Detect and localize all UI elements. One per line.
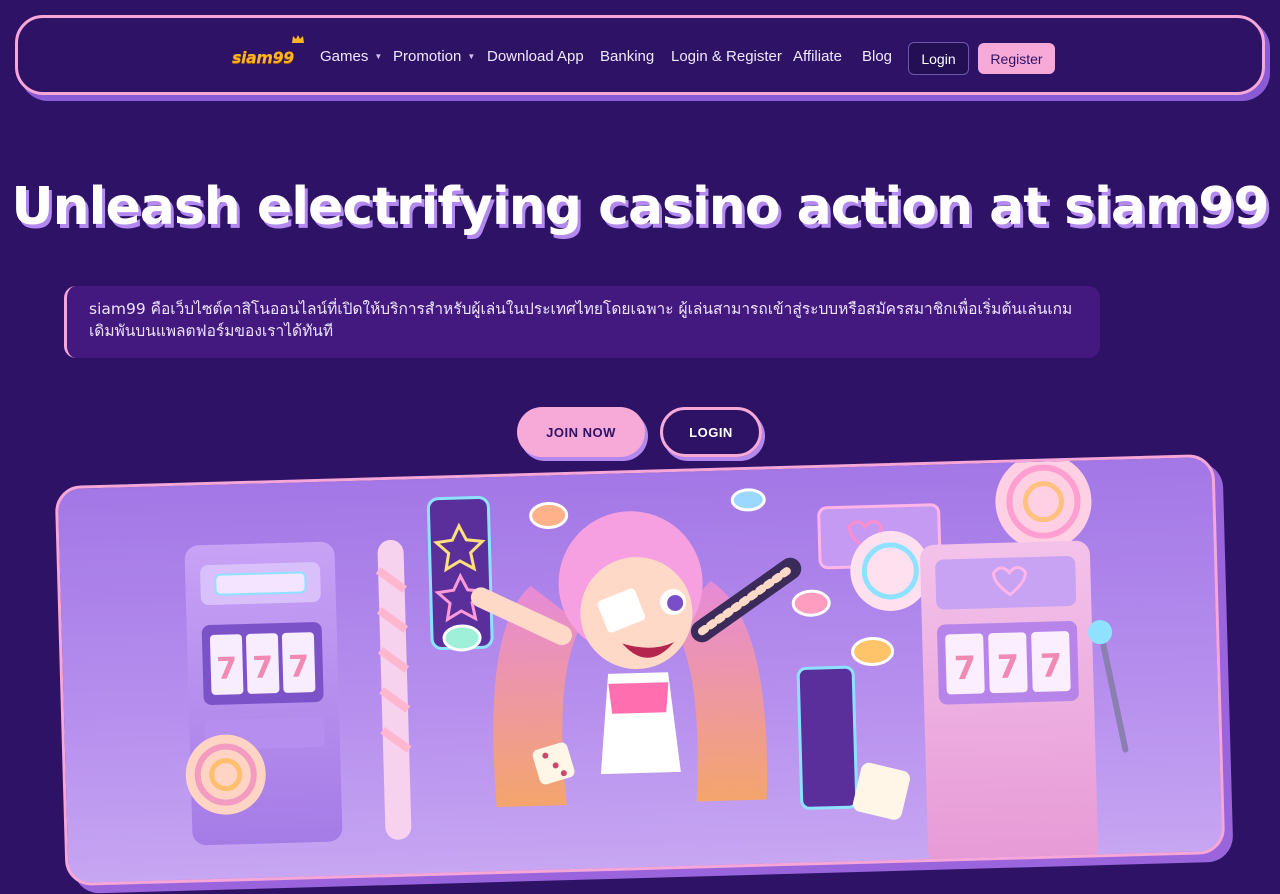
banner-image: 7 7 7 7 7 7 <box>54 453 1226 887</box>
nav-games-label: Games <box>320 48 369 65</box>
hero-banner: 7 7 7 7 7 7 <box>54 453 1234 894</box>
hero-description: siam99 คือเว็บไซต์คาสิโนออนไลน์ที่เปิดให… <box>64 286 1100 358</box>
chevron-down-icon: ▼ <box>374 52 383 61</box>
nav-promotion[interactable]: Promotion ▼ <box>393 48 475 65</box>
nav-login-register-label: Login & Register <box>671 48 782 65</box>
reel-left-2: 7 <box>252 650 274 686</box>
logo[interactable]: siam99 <box>232 35 304 71</box>
hero-login-button[interactable]: LOGIN <box>660 407 762 457</box>
nav-login-register[interactable]: Login & Register <box>671 48 782 65</box>
reel-right-1: 7 <box>953 649 976 688</box>
nav-blog[interactable]: Blog <box>862 48 892 65</box>
join-now-button[interactable]: JOIN NOW <box>517 407 645 457</box>
register-button[interactable]: Register <box>978 43 1055 74</box>
nav-games[interactable]: Games ▼ <box>320 48 382 65</box>
nav-affiliate-label: Affiliate <box>793 48 842 65</box>
logo-text: siam99 <box>232 47 294 67</box>
nav-banking-label: Banking <box>600 48 655 65</box>
nav-download-app[interactable]: Download App <box>487 48 584 65</box>
nav-affiliate[interactable]: Affiliate <box>793 48 842 65</box>
reel-left-1: 7 <box>216 651 238 687</box>
navbar: siam99 Games ▼ Promotion ▼ Download App … <box>15 15 1265 95</box>
casino-illustration: 7 7 7 7 7 7 <box>184 456 1129 865</box>
nav-promotion-label: Promotion <box>393 48 462 65</box>
hero-title: Unleash electrifying casino action at si… <box>11 177 1269 237</box>
chevron-down-icon: ▼ <box>467 52 476 61</box>
slot-machine-right: 7 7 7 <box>920 540 1129 865</box>
nav-download-app-label: Download App <box>487 48 584 65</box>
character-illustration <box>470 511 802 808</box>
reel-right-3: 7 <box>1039 646 1062 685</box>
nav-banking[interactable]: Banking <box>600 48 654 65</box>
login-button[interactable]: Login <box>908 42 969 75</box>
crown-icon <box>292 35 304 43</box>
reel-right-2: 7 <box>996 647 1019 686</box>
reel-left-3: 7 <box>288 649 310 685</box>
nav-blog-label: Blog <box>862 48 893 65</box>
candy-swirl-pole <box>375 539 412 840</box>
